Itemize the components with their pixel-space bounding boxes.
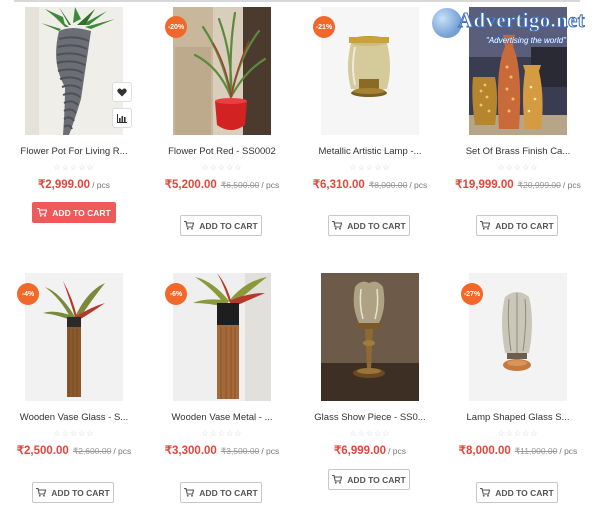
add-to-cart-button[interactable]: ADD TO CART [328, 469, 410, 490]
product-price: ₹5,200.00 [164, 179, 217, 191]
product-name[interactable]: Lamp Shaped Glass S... [444, 412, 592, 423]
cart-icon [332, 475, 343, 484]
add-to-cart-button[interactable]: ADD TO CART [328, 215, 410, 236]
add-to-cart-label: ADD TO CART [199, 487, 258, 498]
watermark-logo: Advertigo.net "Advertising the world" [430, 4, 590, 50]
watermark-brand: Advertigo.net [458, 8, 586, 33]
product-image[interactable] [321, 7, 419, 135]
product-price: ₹8,000.00 [458, 445, 511, 457]
bar-chart-icon [117, 113, 127, 123]
product-name[interactable]: Glass Show Piece - SS0... [296, 412, 444, 423]
product-image[interactable] [173, 273, 271, 401]
product-price: ₹6,310.00 [312, 179, 365, 191]
price-unit: / pcs [409, 180, 428, 190]
discount-badge: -4% [17, 283, 39, 305]
price-unit: / pcs [92, 180, 111, 190]
discount-badge: -27% [461, 283, 483, 305]
add-to-cart-label: ADD TO CART [347, 474, 406, 485]
product-card[interactable]: -21% Metallic Artistic Lamp -... ☆☆☆☆☆ ₹… [296, 0, 444, 260]
add-to-cart-label: ADD TO CART [347, 220, 406, 231]
cart-icon [184, 221, 195, 230]
product-name[interactable]: Flower Pot For Living R... [0, 146, 148, 157]
cart-icon [332, 221, 343, 230]
product-rating: ☆☆☆☆☆ [201, 429, 243, 438]
price-unit: / pcs [559, 446, 578, 456]
add-to-cart-button[interactable]: ADD TO CART [476, 482, 558, 503]
product-image[interactable] [321, 273, 419, 401]
product-price-block: ₹5,200.00 ₹6,500.00/ pcs [148, 178, 296, 193]
product-card[interactable]: -6% Wooden Vase Metal - ... ☆☆☆☆☆ ₹3,300… [148, 266, 296, 516]
discount-badge: -20% [165, 16, 187, 38]
product-price: ₹3,300.00 [164, 445, 217, 457]
product-grid: Flower Pot For Living R... ☆☆☆☆☆ ₹2,999.… [0, 0, 600, 516]
product-price-block: ₹8,000.00 ₹11,000.00/ pcs [444, 444, 592, 459]
cart-icon [480, 488, 491, 497]
product-old-price: ₹11,000.00 [514, 446, 558, 456]
product-price-block: ₹2,500.00 ₹2,600.00/ pcs [0, 444, 148, 459]
product-old-price: ₹20,999.00 [517, 180, 561, 190]
add-to-cart-label: ADD TO CART [52, 207, 111, 218]
product-old-price: ₹8,000.00 [368, 180, 408, 190]
product-image[interactable] [25, 273, 123, 401]
cart-icon [37, 208, 48, 217]
product-rating: ☆☆☆☆☆ [349, 429, 391, 438]
add-to-cart-button[interactable]: ADD TO CART [32, 202, 116, 223]
product-card[interactable]: -20% Flower Pot Red - SS0002 ☆☆☆☆☆ ₹5,20… [148, 0, 296, 260]
cart-icon [36, 488, 47, 497]
product-image[interactable] [173, 7, 271, 135]
product-price: ₹19,999.00 [455, 179, 514, 191]
price-unit: / pcs [261, 180, 280, 190]
product-card[interactable]: -27% Lamp Shaped Glass S... ☆☆☆☆☆ ₹8,000… [444, 266, 592, 516]
product-rating: ☆☆☆☆☆ [497, 163, 539, 172]
product-price-block: ₹3,300.00 ₹3,500.00/ pcs [148, 444, 296, 459]
product-rating: ☆☆☆☆☆ [53, 163, 95, 172]
watermark-tagline: "Advertising the world" [486, 36, 566, 45]
price-unit: / pcs [113, 446, 132, 456]
add-to-cart-button[interactable]: ADD TO CART [180, 482, 262, 503]
product-name[interactable]: Metallic Artistic Lamp -... [296, 146, 444, 157]
product-rating: ☆☆☆☆☆ [53, 429, 95, 438]
product-name[interactable]: Wooden Vase Metal - ... [148, 412, 296, 423]
product-name[interactable]: Flower Pot Red - SS0002 [148, 146, 296, 157]
product-name[interactable]: Set Of Brass Finish Ca... [444, 146, 592, 157]
add-to-cart-label: ADD TO CART [199, 220, 258, 231]
discount-badge: -21% [313, 16, 335, 38]
price-unit: / pcs [562, 180, 581, 190]
add-to-cart-label: ADD TO CART [51, 487, 110, 498]
add-to-cart-button[interactable]: ADD TO CART [180, 215, 262, 236]
product-rating: ☆☆☆☆☆ [497, 429, 539, 438]
product-price: ₹2,999.00 [37, 179, 91, 191]
product-price-block: ₹19,999.00 ₹20,999.00/ pcs [444, 178, 592, 193]
product-old-price: ₹2,600.00 [72, 446, 112, 456]
add-to-cart-label: ADD TO CART [495, 487, 554, 498]
add-to-cart-button[interactable]: ADD TO CART [476, 215, 558, 236]
product-price-block: ₹6,310.00 ₹8,000.00/ pcs [296, 178, 444, 193]
product-price: ₹6,999.00 [333, 445, 387, 457]
discount-badge: -6% [165, 283, 187, 305]
product-price-block: ₹6,999.00/ pcs [296, 444, 444, 459]
product-card[interactable]: Glass Show Piece - SS0... ☆☆☆☆☆ ₹6,999.0… [296, 266, 444, 516]
add-to-cart-label: ADD TO CART [495, 220, 554, 231]
price-unit: / pcs [388, 446, 407, 456]
compare-button[interactable] [112, 108, 132, 128]
product-price: ₹2,500.00 [16, 445, 69, 457]
product-rating: ☆☆☆☆☆ [201, 163, 243, 172]
product-image[interactable] [25, 7, 123, 135]
product-old-price: ₹6,500.00 [220, 180, 260, 190]
wishlist-button[interactable] [112, 82, 132, 102]
product-price-block: ₹2,999.00/ pcs [0, 178, 148, 193]
add-to-cart-button[interactable]: ADD TO CART [32, 482, 114, 503]
cart-icon [184, 488, 195, 497]
product-old-price: ₹3,500.00 [220, 446, 260, 456]
product-card[interactable]: Flower Pot For Living R... ☆☆☆☆☆ ₹2,999.… [0, 0, 148, 260]
heart-icon [117, 88, 127, 96]
product-name[interactable]: Wooden Vase Glass - S... [0, 412, 148, 423]
product-rating: ☆☆☆☆☆ [349, 163, 391, 172]
product-image[interactable] [469, 273, 567, 401]
cart-icon [480, 221, 491, 230]
product-card[interactable]: -4% Wooden Vase Glass - S... ☆☆☆☆☆ ₹2,50… [0, 266, 148, 516]
price-unit: / pcs [261, 446, 280, 456]
